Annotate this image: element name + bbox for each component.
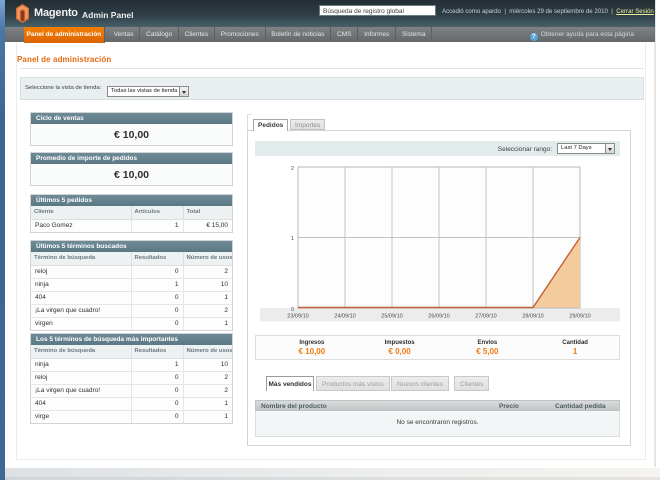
- svg-text:25/09/10: 25/09/10: [381, 314, 402, 320]
- svg-text:0: 0: [291, 307, 294, 313]
- svg-text:26/09/10: 26/09/10: [428, 314, 449, 320]
- svg-text:24/09/10: 24/09/10: [334, 314, 355, 320]
- svg-text:1: 1: [291, 236, 294, 242]
- svg-text:2: 2: [291, 166, 294, 172]
- svg-text:27/09/10: 27/09/10: [475, 314, 496, 320]
- svg-text:29/09/10: 29/09/10: [569, 314, 590, 320]
- svg-text:23/09/10: 23/09/10: [287, 314, 308, 320]
- svg-text:28/09/10: 28/09/10: [522, 314, 543, 320]
